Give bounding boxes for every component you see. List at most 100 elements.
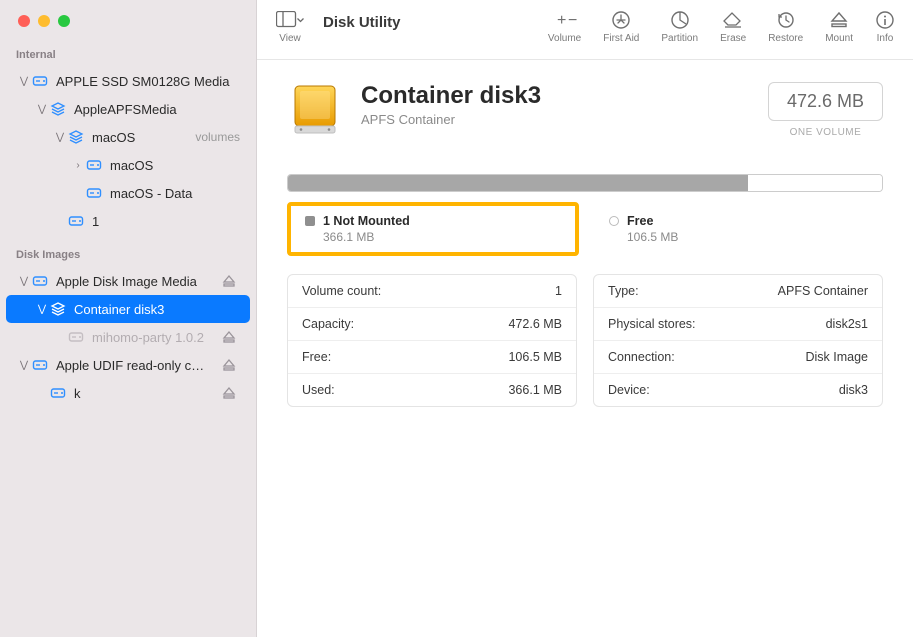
info-table: Volume count:1Capacity:472.6 MBFree:106.… — [287, 274, 883, 407]
hard-drive-icon — [50, 385, 66, 401]
eject-icon[interactable] — [222, 274, 240, 288]
capacity-badge: 472.6 MB ONE VOLUME — [768, 82, 883, 138]
info-value: disk3 — [839, 383, 868, 397]
disk-subtitle: APFS Container — [361, 112, 750, 127]
hard-drive-icon — [86, 185, 102, 201]
sidebar-item-label: AppleAPFSMedia — [74, 102, 240, 117]
zoom-window-button[interactable] — [58, 15, 70, 27]
info-key: Physical stores: — [608, 317, 696, 331]
volume-icon: +− — [551, 10, 579, 30]
mount-button[interactable]: Mount — [825, 10, 853, 44]
svg-text:−: − — [568, 12, 577, 29]
sidebar-section-header: Disk Images — [0, 245, 256, 267]
info-value: 366.1 MB — [508, 383, 562, 397]
info-key: Free: — [302, 350, 331, 364]
sidebar-item[interactable]: macOS - Data — [6, 179, 250, 207]
sidebar-item-label: APPLE SSD SM0128G Media — [56, 74, 240, 89]
sidebar-section-header: Internal — [0, 45, 256, 67]
info-key: Device: — [608, 383, 650, 397]
sidebar-item-label: k — [74, 386, 222, 401]
sidebar-item[interactable]: ⋁Apple UDIF read-only c… — [6, 351, 250, 379]
toolbar-item-label: Restore — [768, 33, 803, 44]
volume-stack-icon — [50, 301, 66, 317]
info-col-right: Type: APFS Container Physical stores: disk2… — [593, 274, 883, 407]
info-row: Connection:Disk Image — [594, 341, 882, 374]
sidebar-item-label: macOS - Data — [110, 186, 240, 201]
info-key: Type: — [608, 284, 639, 298]
disclosure-triangle[interactable]: ⋁ — [54, 132, 66, 143]
info-value: APFS Container — [778, 284, 868, 298]
sidebar-item[interactable]: ⋁Container disk3 — [6, 295, 250, 323]
legend-item[interactable]: Free 106.5 MB — [591, 202, 883, 256]
usage-bar-free — [748, 175, 882, 191]
toolbar-item-label: First Aid — [603, 33, 639, 44]
toolbar-item-label: Mount — [825, 33, 853, 44]
sidebar-item[interactable]: ⋁ APPLE SSD SM0128G Media — [6, 67, 250, 95]
disclosure-triangle[interactable]: › — [72, 160, 84, 171]
partition-icon — [670, 10, 690, 30]
view-menu[interactable]: View — [275, 10, 305, 44]
disclosure-triangle[interactable]: ⋁ — [18, 360, 30, 371]
legend-value: 106.5 MB — [627, 230, 865, 244]
app-title: Disk Utility — [323, 14, 401, 41]
partition-button[interactable]: Partition — [661, 10, 698, 44]
sidebar-item-label: macOS — [110, 158, 240, 173]
legend-item[interactable]: 1 Not Mounted 366.1 MB — [287, 202, 579, 256]
legend-swatch — [305, 216, 315, 226]
main-panel: View Disk Utility +− Volume First Aid Parti… — [257, 0, 913, 637]
hard-drive-icon — [32, 73, 48, 89]
eject-icon[interactable] — [222, 358, 240, 372]
info-col-left: Volume count:1Capacity:472.6 MBFree:106.… — [287, 274, 577, 407]
restore-icon — [776, 10, 796, 30]
sidebar-item-label: 1 — [92, 214, 240, 229]
disclosure-triangle[interactable]: ⋁ — [36, 104, 48, 115]
sidebar-item-label: mihomo-party 1.0.2 — [92, 330, 222, 345]
disclosure-triangle[interactable]: ⋁ — [18, 76, 30, 87]
disclosure-triangle[interactable]: ⋁ — [36, 304, 48, 315]
sidebar: Internal ⋁ APPLE SSD SM0128G Media ⋁ AppleAP… — [0, 0, 257, 637]
sidebar-item[interactable]: ⋁ Apple Disk Image Media — [6, 267, 250, 295]
close-window-button[interactable] — [18, 15, 30, 27]
toolbar-item-label: Partition — [661, 33, 698, 44]
sidebar-item[interactable]: 1 — [6, 207, 250, 235]
hard-drive-icon — [32, 273, 48, 289]
sidebar-layout-icon — [276, 11, 304, 29]
sidebar-item[interactable]: mihomo-party 1.0.2 — [6, 323, 250, 351]
info-row: Type: APFS Container — [594, 275, 882, 308]
restore-button[interactable]: Restore — [768, 10, 803, 44]
usage-bar — [287, 174, 883, 192]
legend-value: 366.1 MB — [323, 230, 561, 244]
info-row: Physical stores: disk2s1 — [594, 308, 882, 341]
sidebar-item[interactable]: k — [6, 379, 250, 407]
info-value: disk2s1 — [826, 317, 868, 331]
sidebar-item-sublabel: volumes — [195, 130, 240, 144]
sidebar-item[interactable]: › macOS — [6, 151, 250, 179]
info-key: Used: — [302, 383, 335, 397]
legend-title: Free — [627, 214, 653, 228]
toolbar-item-label: Info — [877, 33, 894, 44]
info-value: 106.5 MB — [508, 350, 562, 364]
disk-name: Container disk3 — [361, 82, 750, 110]
info-button[interactable]: Info — [875, 10, 895, 44]
sidebar-item[interactable]: ⋁ AppleAPFSMedia — [6, 95, 250, 123]
eject-icon[interactable] — [222, 386, 240, 400]
hard-drive-icon — [68, 329, 84, 345]
toolbar-item-label: Volume — [548, 33, 581, 44]
info-row: Capacity:472.6 MB — [288, 308, 576, 341]
sidebar-item-label: Apple Disk Image Media — [56, 274, 222, 289]
hard-drive-icon — [86, 157, 102, 173]
eject-icon[interactable] — [222, 330, 240, 344]
volume-button[interactable]: +− Volume — [548, 10, 581, 44]
firstaid-button[interactable]: First Aid — [603, 10, 639, 44]
toolbar-item-label: Erase — [720, 33, 746, 44]
capacity-value: 472.6 MB — [768, 82, 883, 121]
view-label: View — [279, 33, 301, 44]
erase-button[interactable]: Erase — [720, 10, 746, 44]
usage-bar-used — [288, 175, 748, 191]
hard-drive-icon — [68, 213, 84, 229]
minimize-window-button[interactable] — [38, 15, 50, 27]
disclosure-triangle[interactable]: ⋁ — [18, 276, 30, 287]
info-key: Capacity: — [302, 317, 354, 331]
legend-swatch — [609, 216, 619, 226]
sidebar-item[interactable]: ⋁macOSvolumes — [6, 123, 250, 151]
